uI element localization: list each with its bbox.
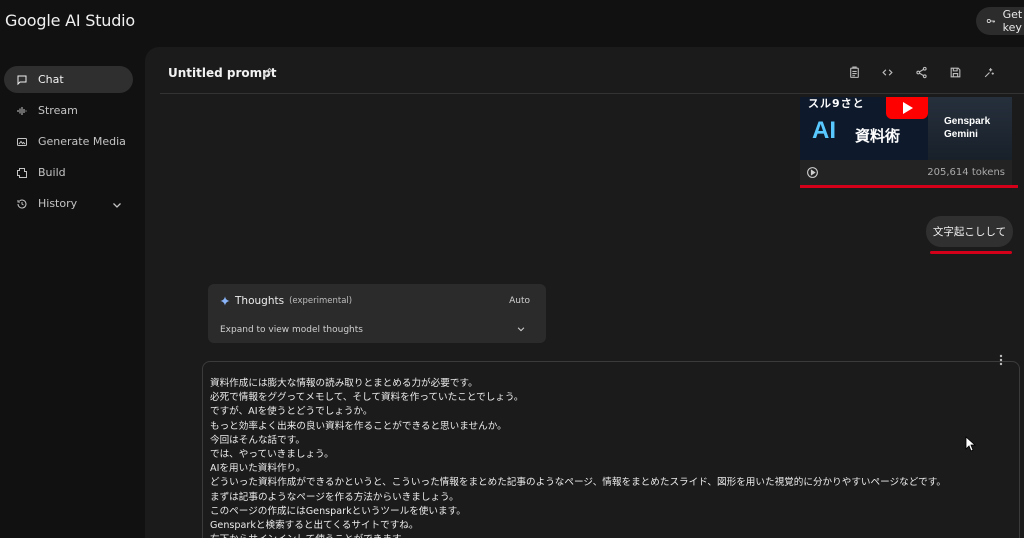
response-line: Gensparkと検索すると出てくるサイトですね。 <box>210 520 419 532</box>
sidebar-item-label: Stream <box>38 104 78 117</box>
share-icon[interactable] <box>915 66 928 79</box>
chat-panel: Untitled prompt スル9さと AI 資料術 Genspark Ge… <box>145 47 1024 538</box>
token-count: 205,614 tokens <box>927 167 1005 178</box>
header-divider <box>160 93 1024 94</box>
thoughts-mode[interactable]: Auto <box>509 296 530 306</box>
top-bar: Google AI Studio Get API key <box>0 0 1024 44</box>
play-circle-icon[interactable] <box>806 166 819 179</box>
user-message-bubble[interactable]: 文字起こしして <box>926 216 1013 247</box>
thoughts-title: Thoughts <box>235 295 285 307</box>
sidebar-item-chat[interactable]: Chat <box>4 66 133 93</box>
chevron-down-icon[interactable] <box>111 199 123 211</box>
thumbnail-top-text: スル9さと <box>808 97 865 110</box>
video-thumbnail[interactable]: スル9さと AI 資料術 Genspark Gemini <box>800 97 1012 160</box>
response-line: このページの作成にはGensparkというツールを使います。 <box>210 505 466 517</box>
response-line: では、やっていきましょう。 <box>210 449 334 461</box>
thumbnail-ai-text: AI <box>812 117 836 144</box>
sidebar-item-label: Generate Media <box>38 135 126 148</box>
thumbnail-caption: Genspark Gemini <box>944 115 990 141</box>
response-line: 資料作成には膨大な情報の読み取りとまとめる力が必要です。 <box>210 378 478 389</box>
edit-title-icon[interactable] <box>262 66 274 78</box>
chat-icon <box>17 75 27 85</box>
key-icon <box>986 18 995 24</box>
media-icon <box>17 137 27 146</box>
build-icon <box>17 167 27 178</box>
thoughts-panel[interactable]: Thoughts (experimental) Auto Expand to v… <box>208 284 546 343</box>
get-api-key-button[interactable]: Get API key <box>976 7 1024 35</box>
video-attachment[interactable]: スル9さと AI 資料術 Genspark Gemini 205,614 tok… <box>800 97 1012 185</box>
sidebar: Chat Stream Generate Media Build History <box>0 44 145 538</box>
save-icon[interactable] <box>949 66 962 79</box>
thumbnail-caption-line: Gemini <box>944 129 978 140</box>
response-line: 必死で情報をググってメモして、そして資料を作っていたことでしょう。 <box>210 392 524 404</box>
clipboard-icon[interactable] <box>848 66 861 79</box>
compare-icon[interactable] <box>983 66 996 79</box>
response-line: もっと効率よく出来の良い資料を作ることができると思いませんか。 <box>210 420 507 432</box>
sidebar-item-label: Build <box>38 166 66 179</box>
thumbnail-caption-line: Genspark <box>944 116 991 127</box>
more-options-icon[interactable] <box>995 353 1007 367</box>
response-line: どういった資料作成ができるかというと、こういった情報をまとめた記事のようなページ… <box>210 477 946 489</box>
thoughts-badge: (experimental) <box>289 296 353 306</box>
sidebar-item-build[interactable]: Build <box>4 159 133 186</box>
sidebar-item-label: Chat <box>38 73 64 86</box>
sparkle-icon <box>220 296 230 306</box>
stream-icon <box>17 106 27 115</box>
sidebar-item-generate-media[interactable]: Generate Media <box>4 128 133 155</box>
get-api-key-label: Get API key <box>1002 8 1024 34</box>
red-underline-annotation <box>800 185 1018 188</box>
model-response[interactable]: 資料作成には膨大な情報の読み取りとまとめる力が必要です。必死で情報をググってメモ… <box>202 361 1020 538</box>
history-icon <box>17 199 27 209</box>
sidebar-item-history[interactable]: History <box>4 190 133 217</box>
response-line: まずは記事のようなページを作る方法からいきましょう。 <box>210 491 459 503</box>
expand-thoughts-label[interactable]: Expand to view model thoughts <box>220 325 363 335</box>
response-line: AIを用いた資料作り。 <box>210 463 306 475</box>
sidebar-item-label: History <box>38 197 78 210</box>
mouse-cursor-icon <box>965 436 976 452</box>
page-title[interactable]: Untitled prompt <box>168 66 276 80</box>
red-underline-annotation <box>930 251 1012 254</box>
youtube-play-icon[interactable] <box>886 97 928 119</box>
app-logo[interactable]: Google AI Studio <box>5 11 135 30</box>
video-token-bar: 205,614 tokens <box>800 160 1012 185</box>
sidebar-item-stream[interactable]: Stream <box>4 97 133 124</box>
code-icon[interactable] <box>881 66 894 79</box>
response-line: ですが、AIを使うとどうでしょうか。 <box>210 406 373 418</box>
chevron-down-icon[interactable] <box>516 324 526 334</box>
response-line: 右下からサインインして使うことができます。 <box>210 533 946 538</box>
response-text: 資料作成には膨大な情報の読み取りとまとめる力が必要です。必死で情報をググってメモ… <box>210 377 946 538</box>
response-line: 今回はそんな話です。 <box>210 434 305 446</box>
thoughts-header: Thoughts (experimental) <box>220 295 352 307</box>
thumbnail-kanji-text: 資料術 <box>855 127 901 145</box>
